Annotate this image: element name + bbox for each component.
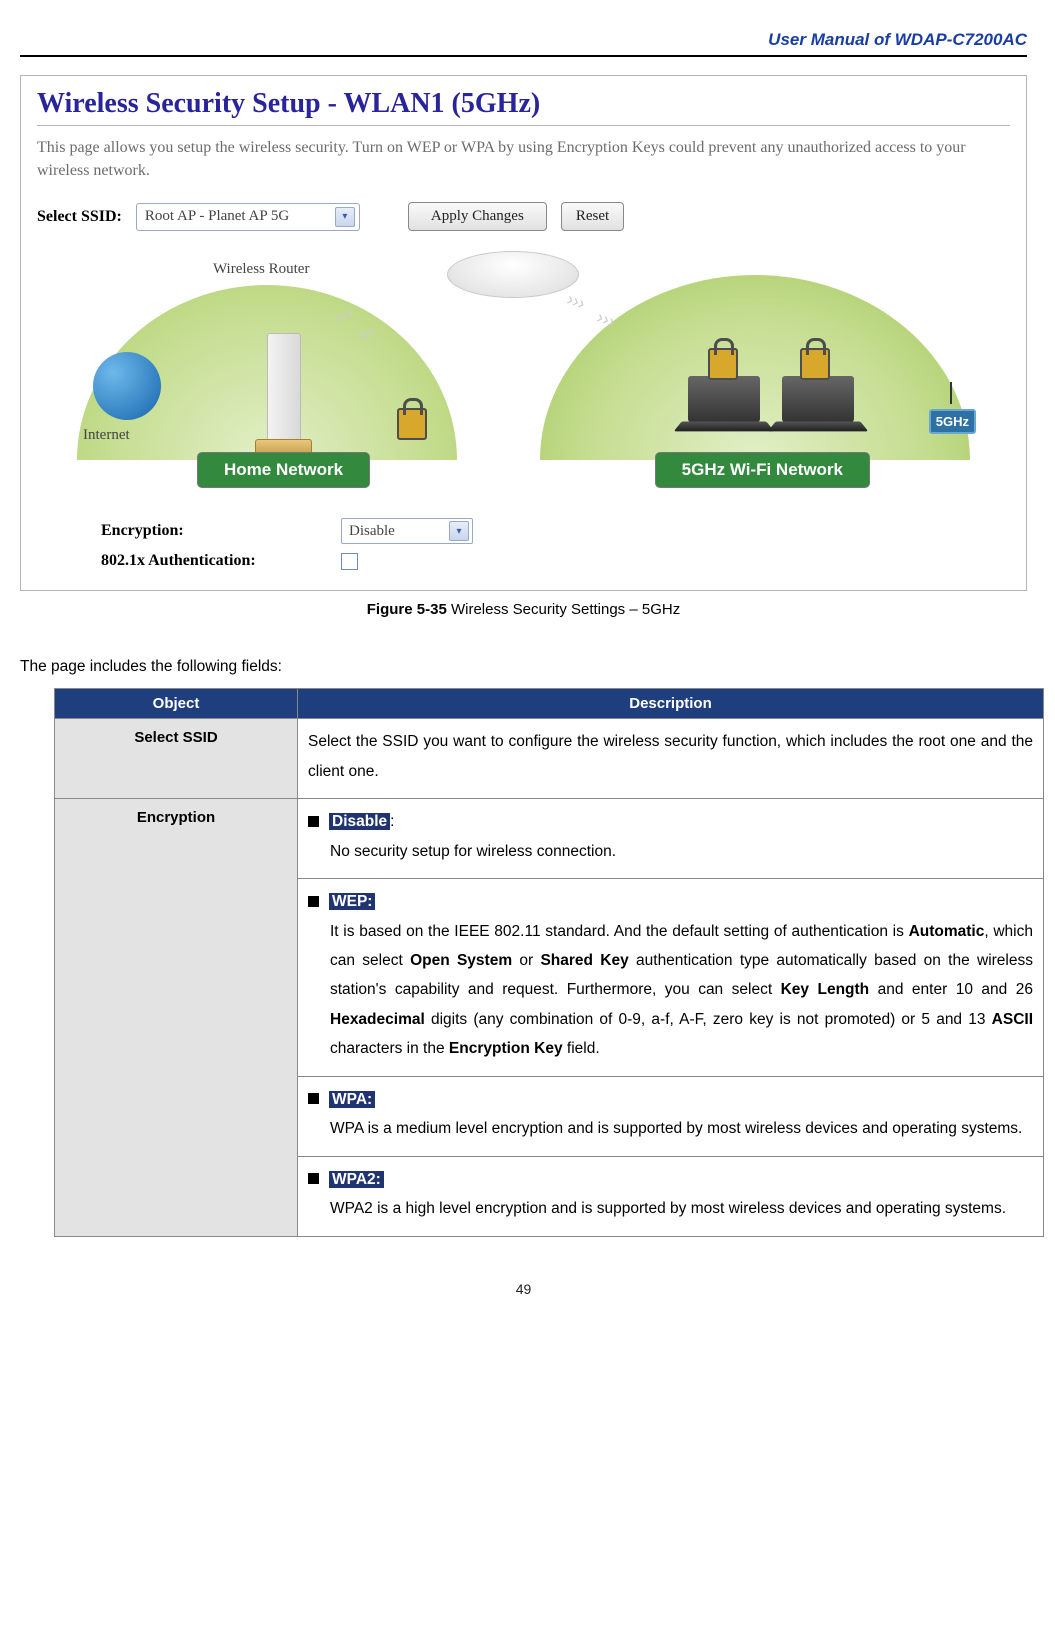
- figure-number: Figure 5-35: [367, 601, 447, 618]
- bullet-icon: [308, 1093, 319, 1104]
- lead-text: The page includes the following fields:: [20, 658, 1027, 676]
- enc-wpa2-tag: WPA2:: [329, 1171, 384, 1188]
- enc-disable-block: Disable: No security setup for wireless …: [298, 799, 1043, 878]
- router-icon: [267, 333, 301, 445]
- auth-checkbox[interactable]: [341, 553, 358, 570]
- bullet-icon: [308, 816, 319, 827]
- encryption-value: Disable: [349, 523, 395, 540]
- obj-encryption: Encryption: [55, 799, 298, 1236]
- b: Hexadecimal: [330, 1011, 425, 1028]
- doc-header: User Manual of WDAP-C7200AC: [20, 30, 1027, 53]
- router-label: Wireless Router: [213, 261, 309, 278]
- b: ASCII: [992, 1011, 1033, 1028]
- screenshot-intro: This page allows you setup the wireless …: [37, 136, 1010, 182]
- b: Open System: [410, 952, 512, 969]
- enc-wpa-text: WPA is a medium level encryption and is …: [330, 1114, 1022, 1143]
- enc-wpa-tag: WPA:: [329, 1091, 375, 1108]
- enc-disable-text: No security setup for wireless connectio…: [330, 837, 616, 866]
- wifi-network-dome: [540, 275, 970, 460]
- auth-label: 802.1x Authentication:: [101, 552, 341, 570]
- access-point-icon: [447, 251, 579, 298]
- enc-wpa2-block: WPA2: WPA2 is a high level encryption an…: [298, 1156, 1043, 1236]
- screenshot-figure: Wireless Security Setup - WLAN1 (5GHz) T…: [20, 75, 1027, 591]
- enc-disable-colon: :: [390, 813, 394, 830]
- t: It is based on the IEEE 802.11 standard.…: [330, 923, 909, 940]
- laptop-icon: [782, 376, 854, 422]
- b: Encryption Key: [449, 1040, 563, 1057]
- b: Key Length: [781, 981, 870, 998]
- lock-icon: [397, 408, 427, 440]
- b: Automatic: [909, 923, 985, 940]
- col-description: Description: [298, 689, 1044, 719]
- table-row: Encryption Disable: No security setup fo…: [55, 799, 1044, 1236]
- table-row: Select SSID Select the SSID you want to …: [55, 719, 1044, 799]
- t: digits (any combination of 0-9, a-f, A-F…: [425, 1011, 992, 1028]
- b: Shared Key: [540, 952, 628, 969]
- desc-encryption: Disable: No security setup for wireless …: [298, 799, 1044, 1236]
- figure-caption: Figure 5-35 Wireless Security Settings –…: [20, 601, 1027, 618]
- screenshot-settings: Encryption: Disable ▾ 802.1x Authenticat…: [101, 518, 1010, 570]
- encryption-label: Encryption:: [101, 522, 341, 540]
- home-network-label: Home Network: [197, 452, 370, 488]
- encryption-dropdown[interactable]: Disable ▾: [341, 518, 473, 544]
- wifi-network-label: 5GHz Wi-Fi Network: [655, 452, 870, 488]
- enc-wpa2-text: WPA2 is a high level encryption and is s…: [330, 1194, 1006, 1223]
- antenna-icon: [950, 382, 952, 404]
- ghz-badge: 5GHz: [929, 409, 976, 434]
- select-ssid-label: Select SSID:: [37, 208, 122, 226]
- enc-disable-tag: Disable: [329, 813, 390, 830]
- table-header-row: Object Description: [55, 689, 1044, 719]
- lock-icon: [800, 348, 830, 380]
- screenshot-controls: Select SSID: Root AP - Planet AP 5G ▾ Ap…: [37, 202, 1010, 231]
- bullet-icon: [308, 1173, 319, 1184]
- col-object: Object: [55, 689, 298, 719]
- header-rule: [20, 55, 1027, 57]
- screenshot-title: Wireless Security Setup - WLAN1 (5GHz): [37, 88, 1010, 120]
- apply-changes-button[interactable]: Apply Changes: [408, 202, 547, 231]
- enc-wep-block: WEP: It is based on the IEEE 802.11 stan…: [298, 878, 1043, 1076]
- bullet-icon: [308, 896, 319, 907]
- select-ssid-value: Root AP - Planet AP 5G: [145, 208, 289, 225]
- chevron-down-icon: ▾: [449, 521, 469, 541]
- screenshot-title-rule: [37, 125, 1010, 126]
- chevron-down-icon: ▾: [335, 207, 355, 227]
- obj-select-ssid: Select SSID: [55, 719, 298, 799]
- reset-button[interactable]: Reset: [561, 202, 624, 231]
- enc-wpa-block: WPA: WPA is a medium level encryption an…: [298, 1076, 1043, 1156]
- page-number: 49: [20, 1281, 1027, 1297]
- network-diagram: Wireless Router Internet ››› ››› ››› ›››…: [77, 245, 970, 500]
- globe-icon: [93, 352, 161, 420]
- desc-select-ssid: Select the SSID you want to configure th…: [298, 719, 1044, 799]
- select-ssid-dropdown[interactable]: Root AP - Planet AP 5G ▾: [136, 203, 360, 231]
- t: field.: [563, 1040, 600, 1057]
- t: and enter 10 and 26: [869, 981, 1033, 998]
- t: characters in the: [330, 1040, 449, 1057]
- figure-text: Wireless Security Settings – 5GHz: [447, 601, 680, 618]
- t: or: [512, 952, 540, 969]
- lock-icon: [708, 348, 738, 380]
- wave-icon: ›››: [564, 289, 588, 315]
- internet-label: Internet: [83, 427, 130, 444]
- enc-wep-tag: WEP:: [329, 893, 375, 910]
- fields-table: Object Description Select SSID Select th…: [54, 688, 1044, 1236]
- laptop-icon: [688, 376, 760, 422]
